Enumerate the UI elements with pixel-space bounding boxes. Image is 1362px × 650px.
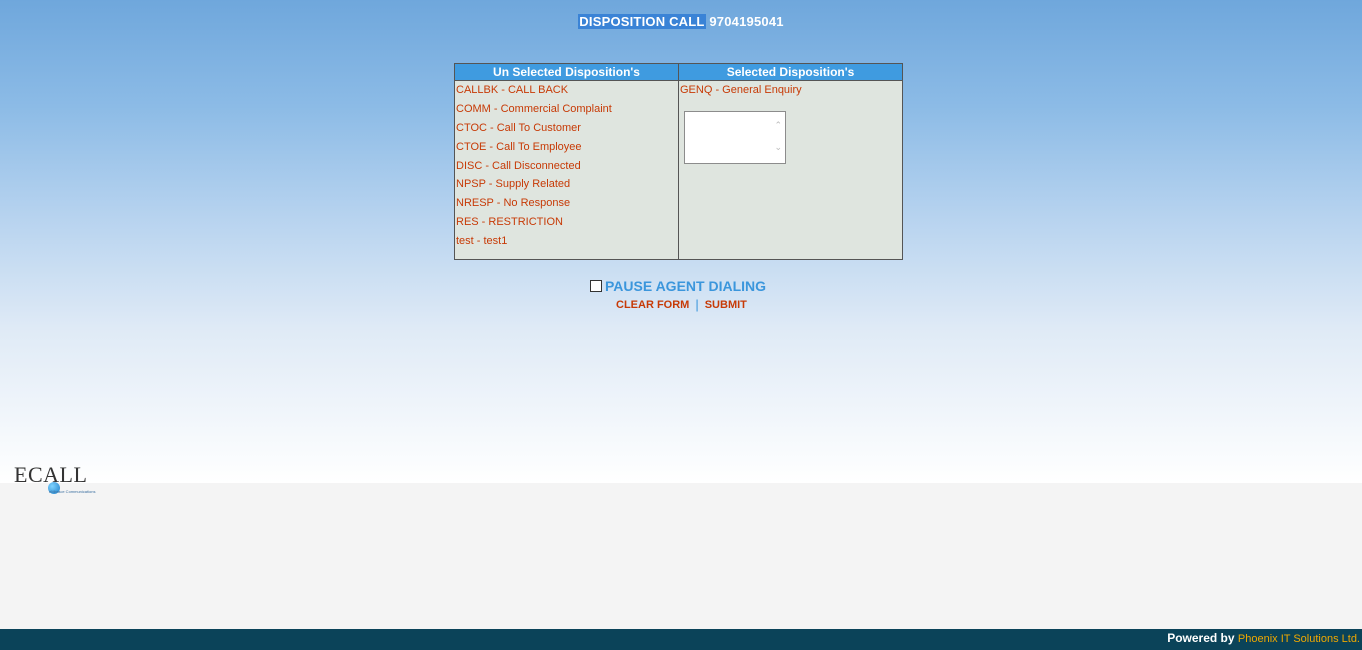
selected-column: GENQ - General Enquiry ⌃ ⌄ xyxy=(678,80,903,260)
page-title: DISPOSITION CALL 9704195041 xyxy=(0,14,1362,29)
selected-listbox[interactable]: ⌃ ⌄ xyxy=(684,111,786,164)
disposition-item[interactable]: DISC - Call Disconnected xyxy=(455,158,678,177)
disposition-item[interactable]: CTOC - Call To Customer xyxy=(455,120,678,139)
action-separator: | xyxy=(695,297,699,312)
pause-dialing-label[interactable]: PAUSE AGENT DIALING xyxy=(605,278,766,294)
disposition-table: Un Selected Disposition's Selected Dispo… xyxy=(454,63,903,260)
disposition-item[interactable]: RES - RESTRICTION xyxy=(455,214,678,233)
disposition-item[interactable]: test - test1 xyxy=(455,233,678,252)
selected-header: Selected Disposition's xyxy=(678,63,903,81)
company-link[interactable]: Phoenix IT Solutions Ltd. xyxy=(1238,633,1360,645)
footer-bar: Powered by Phoenix IT Solutions Ltd. xyxy=(0,629,1362,650)
unselected-header: Un Selected Disposition's xyxy=(454,63,679,81)
disposition-item[interactable]: COMM - Commercial Complaint xyxy=(455,101,678,120)
clear-form-link[interactable]: CLEAR FORM xyxy=(616,299,689,311)
title-label: DISPOSITION CALL xyxy=(578,14,706,29)
pause-dialing-checkbox[interactable] xyxy=(590,280,602,292)
disposition-item[interactable]: CALLBK - CALL BACK xyxy=(455,82,678,101)
chevron-up-icon[interactable]: ⌃ xyxy=(774,120,782,130)
phone-number: 9704195041 xyxy=(709,14,784,29)
logo-tagline: eMbrace Communications xyxy=(49,489,96,494)
ecall-logo: ECALL eMbrace Communications xyxy=(14,462,98,496)
submit-link[interactable]: SUBMIT xyxy=(705,299,747,311)
disposition-item[interactable]: NPSP - Supply Related xyxy=(455,176,678,195)
form-actions: CLEAR FORM | SUBMIT xyxy=(616,297,747,312)
unselected-column: CALLBK - CALL BACK COMM - Commercial Com… xyxy=(454,80,679,260)
powered-by-label: Powered by xyxy=(1167,631,1235,645)
selected-disposition-item[interactable]: GENQ - General Enquiry xyxy=(679,81,902,99)
unselected-list: CALLBK - CALL BACK COMM - Commercial Com… xyxy=(455,81,678,252)
disposition-item[interactable]: NRESP - No Response xyxy=(455,195,678,214)
listbox-scrollbar[interactable]: ⌃ ⌄ xyxy=(771,112,785,163)
pause-dialing-row: PAUSE AGENT DIALING xyxy=(590,278,766,294)
chevron-down-icon[interactable]: ⌄ xyxy=(774,142,782,152)
disposition-item[interactable]: CTOE - Call To Employee xyxy=(455,139,678,158)
